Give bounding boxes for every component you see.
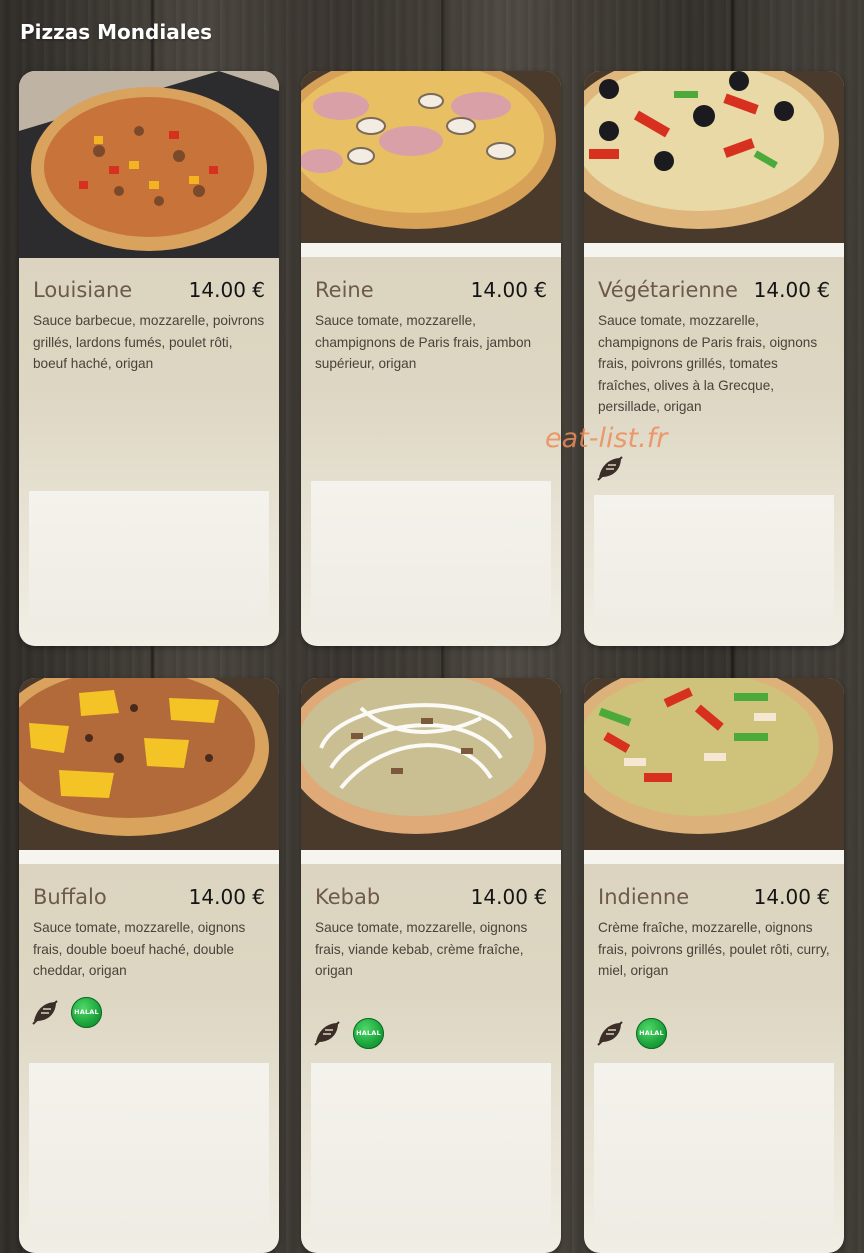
pizza-image-indienne bbox=[584, 678, 844, 850]
pizza-name: Indienne bbox=[598, 885, 690, 909]
pizza-card-kebab[interactable]: Kebab 14.00 € Sauce tomate, mozzarelle, … bbox=[301, 678, 561, 1253]
card-panel bbox=[29, 1063, 269, 1239]
watermark: eat-list.fr bbox=[545, 423, 668, 454]
image-separator bbox=[584, 243, 844, 257]
pizza-card-reine[interactable]: Reine 14.00 € Sauce tomate, mozzarelle, … bbox=[301, 71, 561, 646]
pizza-image-kebab bbox=[301, 678, 561, 850]
diet-badges: HALAL bbox=[313, 1016, 384, 1050]
card-panel bbox=[594, 495, 834, 632]
pizza-name: Reine bbox=[315, 278, 374, 302]
diet-badges bbox=[596, 451, 624, 485]
pizza-price: 14.00 € bbox=[753, 278, 830, 302]
image-separator bbox=[584, 850, 844, 864]
image-separator bbox=[301, 243, 561, 257]
pizza-price: 14.00 € bbox=[753, 885, 830, 909]
pizza-description: Sauce tomate, mozzarelle, champignons de… bbox=[315, 313, 532, 372]
card-panel bbox=[311, 481, 551, 632]
pizza-image-vegetarienne bbox=[584, 71, 844, 243]
pizza-description: Crème fraîche, mozzarelle, oignons frais… bbox=[598, 920, 830, 979]
pizza-price: 14.00 € bbox=[188, 278, 265, 302]
vegetarian-leaf-icon bbox=[314, 1021, 340, 1046]
pizza-description: Sauce barbecue, mozzarelle, poivrons gri… bbox=[33, 313, 265, 372]
pizza-price: 14.00 € bbox=[470, 278, 547, 302]
image-separator bbox=[301, 850, 561, 864]
pizza-name: Louisiane bbox=[33, 278, 133, 302]
vegetarian-leaf-icon bbox=[597, 1021, 623, 1046]
pizza-price: 14.00 € bbox=[188, 885, 265, 909]
pizza-description: Sauce tomate, mozzarelle, oignons frais,… bbox=[33, 920, 246, 979]
pizza-price: 14.00 € bbox=[470, 885, 547, 909]
diet-badges: HALAL bbox=[31, 995, 102, 1029]
pizza-image-reine bbox=[301, 71, 561, 243]
pizza-name: Végétarienne bbox=[598, 278, 738, 302]
pizza-name: Buffalo bbox=[33, 885, 107, 909]
card-panel bbox=[311, 1063, 551, 1239]
pizza-name: Kebab bbox=[315, 885, 381, 909]
pizza-image-buffalo bbox=[19, 678, 279, 850]
diet-badges: HALAL bbox=[596, 1016, 667, 1050]
page-title: Pizzas Mondiales bbox=[20, 20, 213, 44]
vegetarian-leaf-icon bbox=[32, 1000, 58, 1025]
halal-badge: HALAL bbox=[636, 1017, 667, 1049]
pizza-card-buffalo[interactable]: Buffalo 14.00 € Sauce tomate, mozzarelle… bbox=[19, 678, 279, 1253]
card-panel bbox=[594, 1063, 834, 1239]
halal-badge: HALAL bbox=[71, 996, 102, 1028]
pizza-description: Sauce tomate, mozzarelle, champignons de… bbox=[598, 313, 818, 415]
image-separator bbox=[19, 850, 279, 864]
halal-badge: HALAL bbox=[353, 1017, 384, 1049]
pizza-card-louisiane[interactable]: Louisiane 14.00 € Sauce barbecue, mozzar… bbox=[19, 71, 279, 646]
pizza-image-louisiane bbox=[19, 71, 279, 258]
card-panel bbox=[29, 491, 269, 632]
pizza-card-indienne[interactable]: Indienne 14.00 € Crème fraîche, mozzarel… bbox=[584, 678, 844, 1253]
pizza-description: Sauce tomate, mozzarelle, oignons frais,… bbox=[315, 920, 528, 979]
vegetarian-leaf-icon bbox=[597, 456, 623, 481]
pizza-card-vegetarienne[interactable]: Végétarienne 14.00 € Sauce tomate, mozza… bbox=[584, 71, 844, 646]
